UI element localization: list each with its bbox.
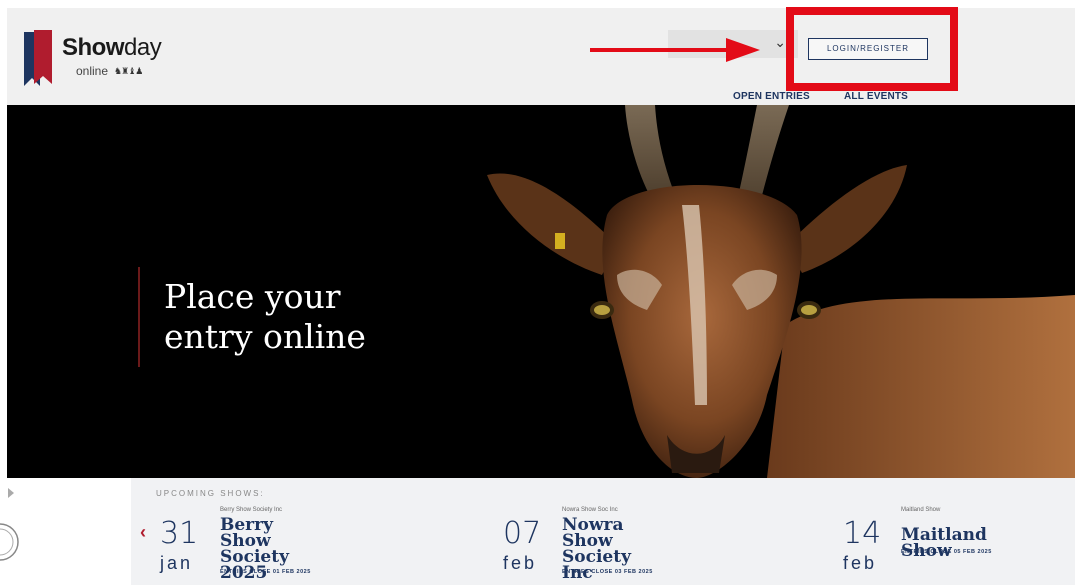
show-day: 31 (160, 516, 199, 551)
logo-wordmark: Showday (62, 34, 162, 61)
chevron-down-icon: ⌄ (774, 34, 786, 50)
animal-silhouettes-icon: ♞♜♝♟ (114, 66, 143, 76)
highlight-box-annotation (786, 7, 958, 91)
upcoming-shows-heading: UPCOMING SHOWS: (156, 489, 265, 498)
show-organiser: Berry Show Society Inc (220, 507, 283, 513)
show-day: 14 (843, 516, 882, 551)
hero-banner: Place your entry online (7, 105, 1075, 478)
nav-open-entries[interactable]: OPEN ENTRIES (733, 91, 810, 102)
logo-subtitle: online (76, 64, 109, 78)
hero-accent-bar (138, 267, 140, 367)
chevron-left-icon[interactable]: ‹ (140, 522, 146, 543)
goat-photo (487, 105, 1075, 478)
show-organiser: Maitland Show (901, 507, 941, 513)
seal-badge-icon (0, 488, 19, 561)
entries-close: ENTRIES CLOSE 03 FEB 2025 (562, 569, 653, 575)
nav-all-events[interactable]: ALL EVENTS (844, 91, 908, 102)
show-month: feb (843, 553, 878, 573)
hero-title: Place your entry online (164, 277, 366, 356)
show-organiser: Nowra Show Soc Inc (562, 507, 618, 513)
red-arrow-annotation-icon (590, 38, 760, 62)
showday-logo[interactable]: Showday online ♞♜♝♟ (20, 28, 180, 88)
entries-close: ENTRIES CLOSE 05 FEB 2025 (901, 549, 992, 555)
ribbon-logo-icon (24, 30, 52, 86)
entries-close: ENTRIES CLOSE 01 FEB 2025 (220, 569, 311, 575)
show-month: jan (160, 553, 194, 573)
show-month: feb (503, 553, 538, 573)
show-day: 07 (503, 516, 542, 551)
